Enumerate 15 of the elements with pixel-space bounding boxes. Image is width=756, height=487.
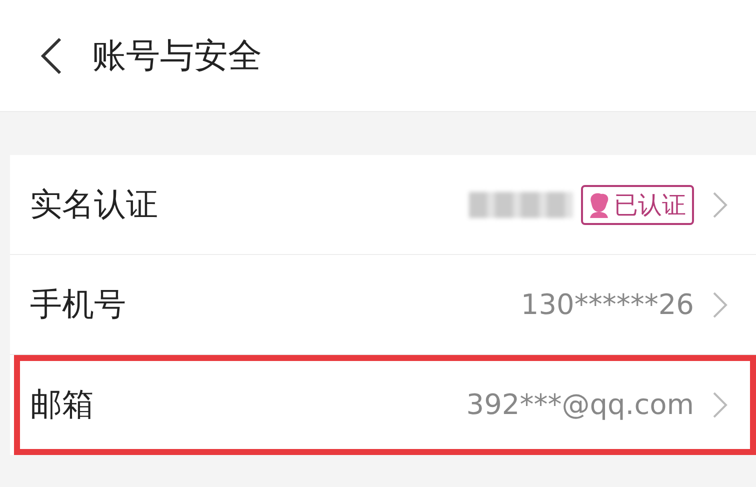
row-label: 实名认证 xyxy=(30,184,159,224)
row-value: 392***@qq.com xyxy=(466,388,694,421)
row-label: 邮箱 xyxy=(30,384,95,424)
chevron-icon xyxy=(712,390,728,418)
chevron-icon xyxy=(712,190,728,218)
row-label: 手机号 xyxy=(30,284,127,324)
settings-row[interactable]: 手机号 130******26 xyxy=(10,255,756,355)
row-value: 130******26 xyxy=(520,288,694,321)
chevron-icon xyxy=(712,290,728,318)
page-title: 账号与安全 xyxy=(92,34,262,78)
person-icon xyxy=(587,192,611,218)
settings-row[interactable]: 实名认证 已认证 xyxy=(10,155,756,255)
settings-row[interactable]: 邮箱 392***@qq.com xyxy=(14,355,756,455)
verified-badge: 已认证 xyxy=(581,184,694,224)
back-icon[interactable] xyxy=(38,36,64,76)
